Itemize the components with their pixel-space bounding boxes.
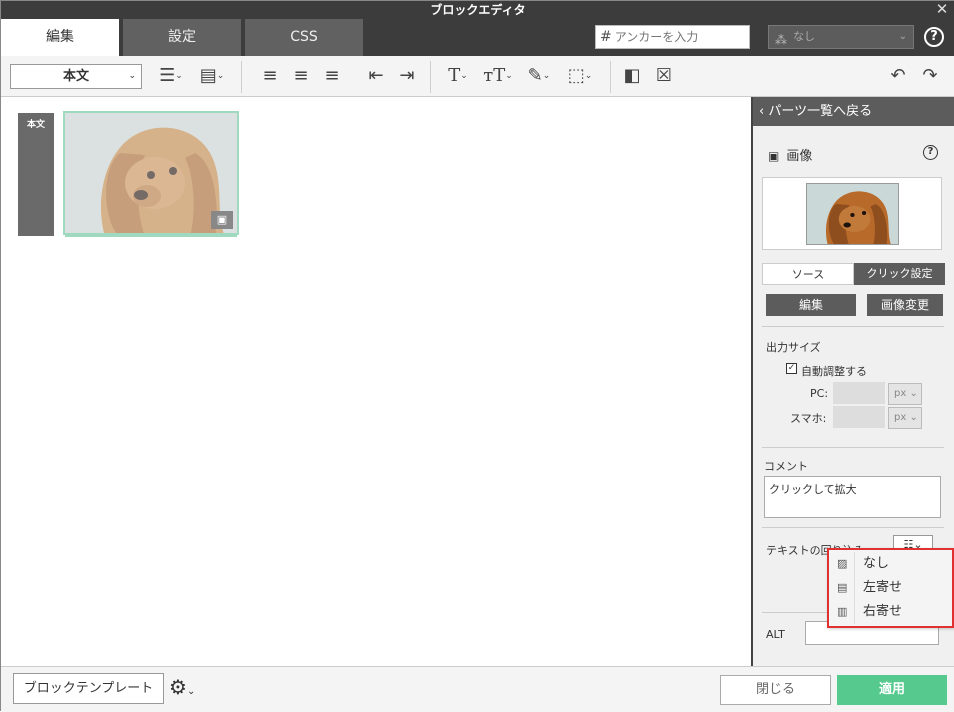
sp-unit-value: px [894, 412, 907, 423]
tab-css[interactable]: CSS [245, 19, 365, 56]
wrap-option-label: 左寄せ [863, 580, 903, 595]
wrap-left-icon: ▤ [837, 581, 848, 594]
auto-adjust-checkbox[interactable]: ✓ [786, 363, 797, 374]
paragraph-style-value: 本文 [62, 69, 89, 84]
paragraph-style-select[interactable]: 本文 ⌄ [10, 64, 142, 89]
dog-thumbnail [806, 183, 899, 245]
font-style-icon[interactable]: ᴛT⌄ [479, 64, 517, 88]
wrap-right-icon: ▥ [837, 605, 848, 618]
class-icon: ⁂ [775, 33, 787, 47]
divider [762, 326, 944, 327]
panel-title-text: 画像 [786, 149, 813, 164]
indent-icon[interactable]: ⇥ [396, 64, 418, 88]
image-preview [762, 177, 942, 250]
alt-label: ALT [766, 628, 785, 641]
font-size-icon[interactable]: T⌄ [441, 64, 475, 88]
clear-format-icon[interactable]: ☒ [652, 64, 676, 88]
pc-unit-select[interactable]: px ⌄ [888, 383, 922, 405]
pc-unit-value: px [894, 388, 907, 399]
help-icon[interactable]: ? [924, 27, 944, 47]
class-select-value: なし [793, 30, 815, 43]
block-editor-window: ブロックエディタ ✕ 編集 設定 CSS # ⁂ なし ⌄ ? 本文 ⌄ ☰⌄ … [0, 0, 954, 712]
format-toolbar: 本文 ⌄ ☰⌄ ▤⌄ ≡ ≡ ≡ ⇤ ⇥ T⌄ ᴛT⌄ ✎⌄ ⬚⌄ ◧ ☒ ↶ … [1, 56, 954, 97]
subtab-click-settings[interactable]: クリック設定 [854, 263, 945, 285]
chevron-down-icon: ⌄ [128, 71, 136, 81]
color-picker-icon[interactable]: ✎⌄ [521, 64, 557, 88]
toolbar-divider [430, 61, 431, 93]
text-wrap-dropdown: ▨ なし ▤ 左寄せ ▥ 右寄せ [827, 548, 954, 628]
gear-icon[interactable]: ⚙⌄ [169, 675, 195, 699]
wrap-option-label: なし [863, 556, 890, 571]
redo-icon[interactable]: ↷ [919, 64, 941, 88]
close-icon[interactable]: ✕ [935, 2, 949, 17]
chevron-down-icon: ⌄ [898, 31, 907, 42]
back-to-parts-button[interactable]: ‹ パーツ一覧へ戻る [753, 97, 954, 126]
align-left-icon[interactable]: ≡ [259, 64, 281, 88]
list-icon[interactable]: ☰⌄ [153, 64, 189, 88]
comment-field[interactable]: クリックして拡大 [764, 476, 941, 518]
help-icon[interactable]: ? [923, 145, 938, 160]
toolbar-divider [241, 61, 242, 93]
panel-title: ▣ 画像 [768, 145, 812, 164]
outdent-icon[interactable]: ⇤ [365, 64, 387, 88]
sp-size-label: スマホ: [790, 412, 827, 425]
title-bar: ブロックエディタ ✕ [1, 1, 954, 19]
pc-size-label: PC: [810, 387, 829, 400]
sp-unit-select[interactable]: px ⌄ [888, 407, 922, 429]
wrap-option-right[interactable]: ▥ 右寄せ [829, 600, 952, 624]
pc-size-input[interactable] [833, 382, 885, 404]
image-icon: ▣ [768, 149, 780, 163]
image-block[interactable]: ▣ [63, 111, 239, 235]
edit-image-button[interactable]: 編集 [766, 294, 856, 316]
align-center-icon[interactable]: ≡ [290, 64, 312, 88]
toolbar-divider [610, 61, 611, 93]
undo-icon[interactable]: ↶ [887, 64, 909, 88]
subtab-source[interactable]: ソース [762, 263, 854, 285]
wrap-option-label: 右寄せ [863, 604, 903, 619]
divider [762, 447, 944, 448]
footer-bar: ブロックテンプレート ⚙⌄ 閉じる 適用 [1, 666, 954, 712]
sp-size-input[interactable] [833, 406, 885, 428]
tab-settings[interactable]: 設定 [123, 19, 243, 56]
output-size-label: 出力サイズ [766, 341, 821, 354]
dog-thumbnail-image [807, 184, 898, 244]
block-label[interactable]: 本文 [18, 113, 54, 236]
window-title: ブロックエディタ [430, 3, 526, 17]
change-image-button[interactable]: 画像変更 [867, 294, 943, 316]
wrap-option-left[interactable]: ▤ 左寄せ [829, 576, 952, 600]
anchor-field[interactable]: # [595, 25, 750, 49]
columns-icon[interactable]: ◧ [621, 64, 643, 88]
hash-icon: # [600, 29, 612, 45]
comment-label: コメント [764, 460, 808, 473]
block-template-button[interactable]: ブロックテンプレート [13, 673, 164, 704]
block-format-icon[interactable]: ▤⌄ [194, 64, 230, 88]
back-label: パーツ一覧へ戻る [768, 104, 873, 119]
anchor-input[interactable] [614, 30, 743, 44]
auto-adjust-label: 自動調整する [801, 365, 867, 378]
selection-underline [65, 235, 237, 237]
tab-bar: 編集 設定 CSS # ⁂ なし ⌄ ? [1, 19, 954, 56]
divider [762, 527, 944, 528]
class-select[interactable]: ⁂ なし ⌄ [768, 25, 914, 49]
close-button[interactable]: 閉じる [720, 675, 831, 705]
wrap-none-icon: ▨ [837, 557, 848, 570]
tab-edit[interactable]: 編集 [1, 19, 121, 56]
apply-button[interactable]: 適用 [837, 675, 947, 705]
image-icon[interactable]: ▣ [211, 211, 233, 229]
border-icon[interactable]: ⬚⌄ [562, 64, 598, 88]
wrap-option-none[interactable]: ▨ なし [829, 552, 952, 576]
align-right-icon[interactable]: ≡ [321, 64, 343, 88]
